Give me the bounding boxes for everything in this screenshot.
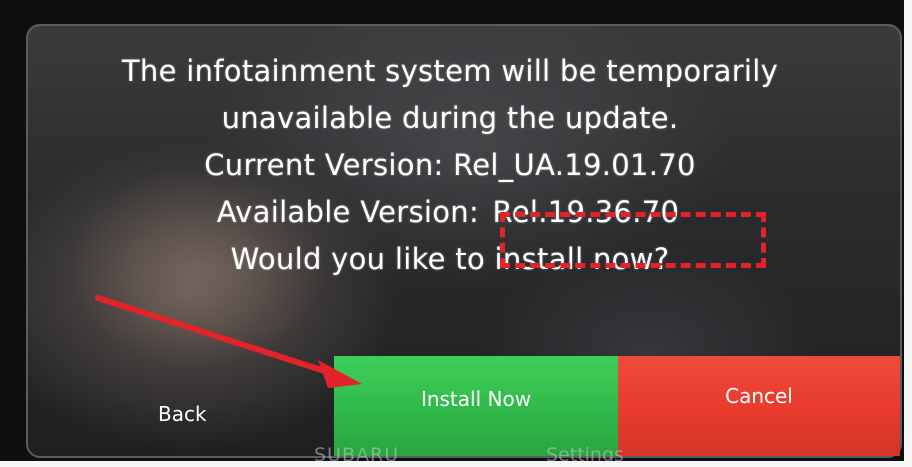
photo-frame: The infotainment system will be temporar…: [0, 0, 912, 467]
dashed-highlight-box: [500, 212, 766, 268]
message-line-1: The infotainment system will be temporar…: [121, 54, 779, 88]
back-button-label: Back: [158, 402, 207, 426]
back-button[interactable]: Back: [28, 356, 334, 456]
install-now-button-label: Install Now: [420, 387, 532, 411]
message-line-2: unavailable during the update.: [221, 101, 679, 135]
cancel-button-label: Cancel: [725, 384, 793, 408]
available-version-label: Available Version:: [216, 195, 489, 229]
photo-border-right: [904, 0, 912, 467]
current-version: Current Version: Rel_UA.19.01.70: [204, 148, 696, 182]
photo-border-bottom: [0, 461, 912, 467]
